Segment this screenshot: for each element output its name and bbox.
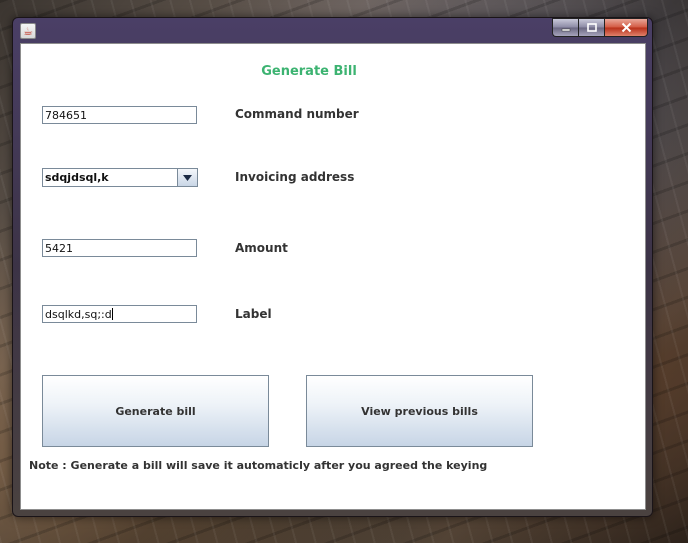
amount-input[interactable] <box>42 239 197 257</box>
generate-bill-form: Generate Bill Command number sdqjdsql,k … <box>20 43 646 510</box>
command-number-input[interactable] <box>42 106 197 124</box>
maximize-button[interactable] <box>578 18 604 37</box>
label-input[interactable] <box>42 305 197 323</box>
maximize-icon <box>586 23 597 32</box>
dropdown-arrow-button[interactable] <box>177 169 197 186</box>
minimize-button[interactable] <box>552 18 578 37</box>
text-caret <box>112 308 113 320</box>
minimize-icon <box>561 28 570 31</box>
note-text: Note : Generate a bill will save it auto… <box>29 459 488 472</box>
invoicing-address-value: sdqjdsql,k <box>45 171 109 184</box>
command-number-label: Command number <box>235 107 359 121</box>
title-bar[interactable]: ☕ <box>13 18 652 41</box>
view-previous-bills-button[interactable]: View previous bills <box>306 375 533 447</box>
app-window: ☕ Generate Bill Command number sdqjdsql,… <box>12 17 653 517</box>
generate-bill-button[interactable]: Generate bill <box>42 375 269 447</box>
java-icon[interactable]: ☕ <box>20 23 36 39</box>
close-icon <box>621 22 631 33</box>
invoicing-address-label: Invoicing address <box>235 170 355 184</box>
close-button[interactable] <box>604 18 648 37</box>
label-field-label: Label <box>235 307 272 321</box>
form-title: Generate Bill <box>261 64 357 79</box>
invoicing-address-select[interactable]: sdqjdsql,k <box>42 168 198 187</box>
window-controls <box>552 18 648 37</box>
amount-label: Amount <box>235 241 288 255</box>
chevron-down-icon <box>183 174 192 181</box>
